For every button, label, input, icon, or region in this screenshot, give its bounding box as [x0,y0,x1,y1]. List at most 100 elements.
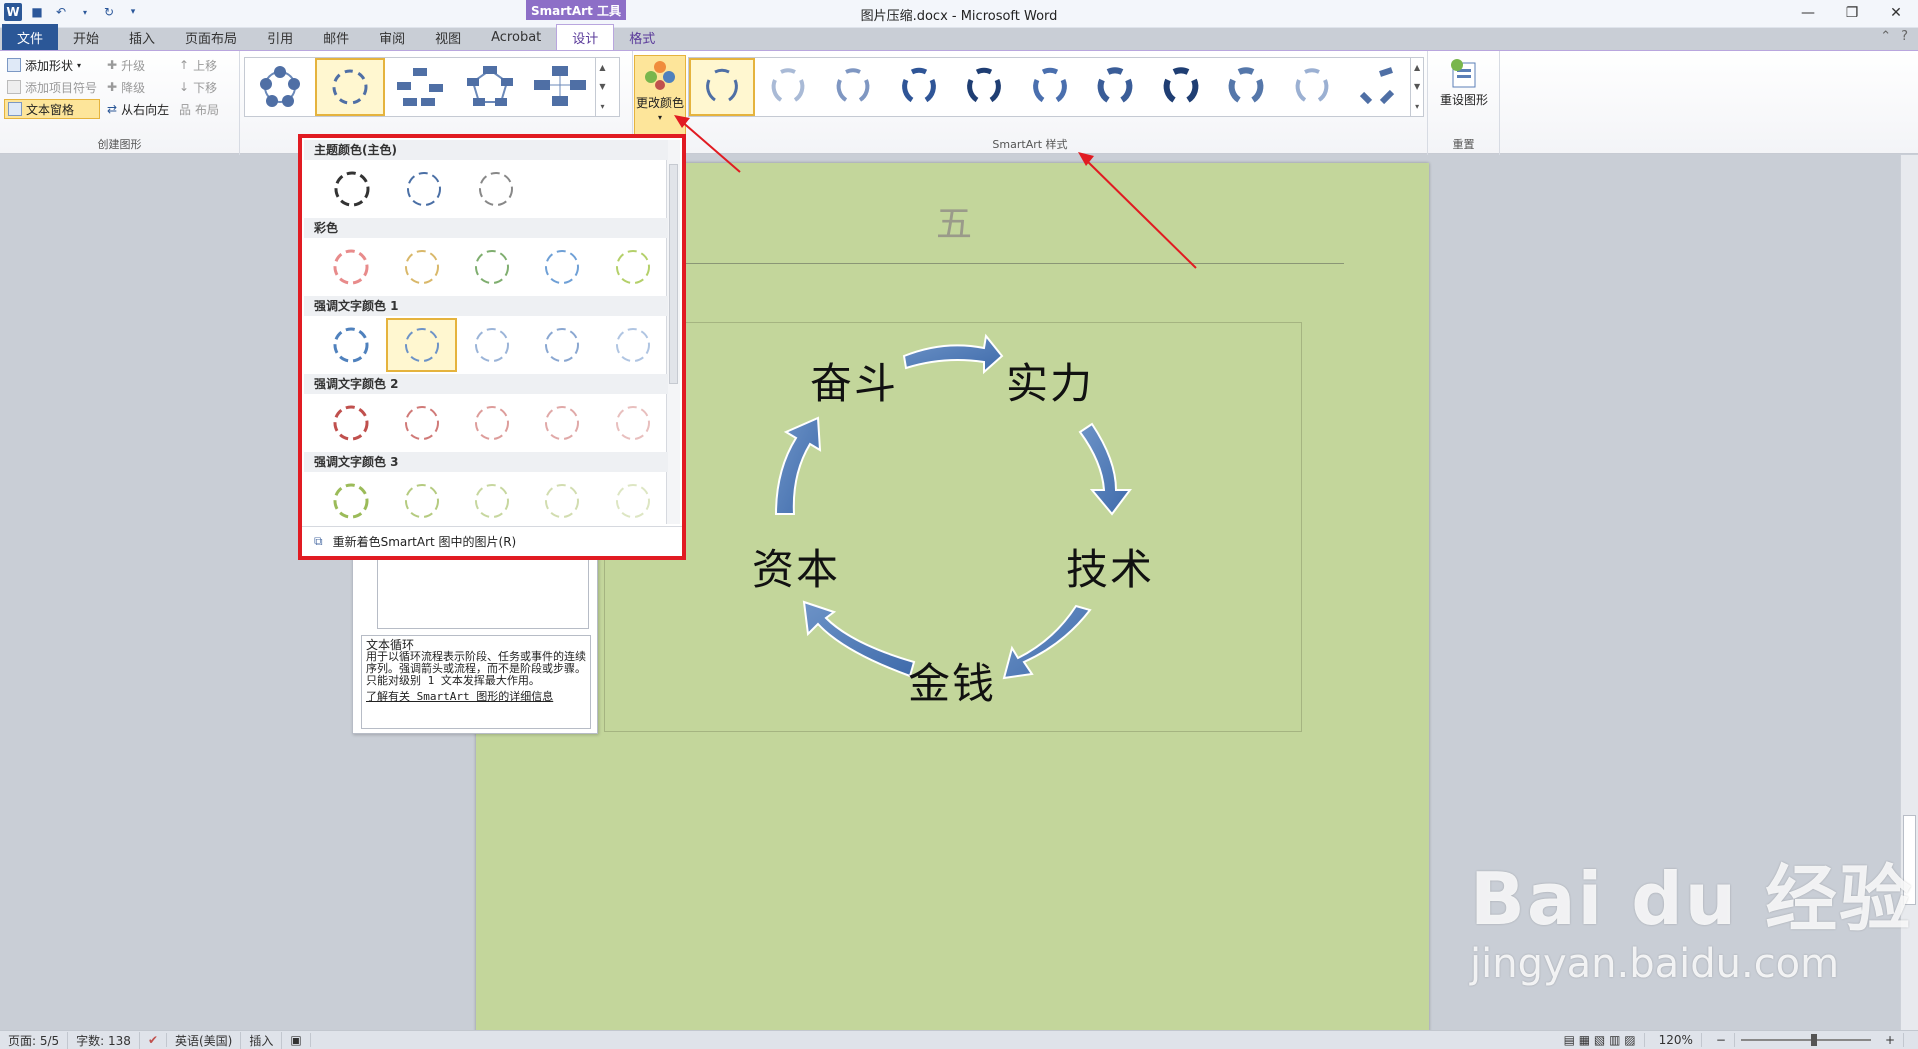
status-language[interactable]: 英语(美国) [167,1031,242,1049]
reset-graphic-icon [1451,59,1476,88]
smartart-node-text[interactable]: 实力 [1006,350,1094,411]
color-swatch[interactable] [598,240,668,294]
tab-file[interactable]: 文件 [2,24,59,50]
color-swatch[interactable] [316,162,388,216]
learn-more-link[interactable]: 了解有关 SmartArt 图形的详细信息 [366,691,586,703]
color-swatch[interactable] [316,318,386,372]
group-reset: 重设图形 重置 [1428,51,1500,155]
cycle-arrow[interactable] [802,600,916,678]
zoom-level[interactable]: 120% [1651,1033,1702,1047]
layout-option[interactable] [525,58,595,116]
color-swatch[interactable] [527,396,597,450]
demote-button[interactable]: ✚ 降级 [104,77,172,97]
color-swatch[interactable] [316,240,386,294]
color-swatch[interactable] [386,396,456,450]
color-swatch[interactable] [457,240,527,294]
status-bar: 页面: 5/5 字数: 138 ✔ 英语(美国) 插入 ▣ ▤ ▦ ▧ ▥ ▨ … [0,1030,1918,1049]
color-swatch[interactable] [598,318,668,372]
move-up-button[interactable]: ↑ 上移 [176,55,222,75]
status-page[interactable]: 页面: 5/5 [0,1031,69,1049]
page-heading[interactable]: 五 [936,195,972,247]
cycle-preview-icon [615,484,650,518]
color-swatch[interactable] [386,474,456,528]
tab-home[interactable]: 开始 [58,24,114,50]
zoom-in-icon[interactable]: + [1877,1033,1904,1047]
layout-option[interactable] [245,58,315,116]
bullet-icon [7,80,21,94]
color-swatch[interactable] [460,162,532,216]
cycle-preview-icon [333,405,369,441]
status-word-count[interactable]: 字数: 138 [68,1031,140,1049]
color-swatch[interactable] [386,240,456,294]
layouts-gallery-scroll[interactable]: ▲ ▼ ▾ [595,58,609,116]
color-swatch[interactable] [527,318,597,372]
dropdown-scroll-thumb[interactable] [669,164,678,384]
cycle-arrow[interactable] [774,416,822,515]
color-swatch[interactable] [598,396,668,450]
recolor-pictures-option[interactable]: ⧉ 重新着色SmartArt 图中的图片(R) [302,526,682,556]
color-swatch[interactable] [527,240,597,294]
tab-insert[interactable]: 插入 [114,24,170,50]
layout-button[interactable]: 品 布局 [176,99,222,119]
tab-format[interactable]: 格式 [614,24,670,50]
right-to-left-button[interactable]: ⇄ 从右向左 [104,99,172,119]
promote-button[interactable]: ✚ 升级 [104,55,172,75]
help-icon[interactable]: ? [1901,29,1908,44]
tab-acrobat[interactable]: Acrobat [476,24,556,50]
tab-page-layout[interactable]: 页面布局 [170,24,252,50]
color-swatch[interactable] [457,474,527,528]
tab-design[interactable]: 设计 [556,24,615,50]
view-buttons-icon[interactable]: ▤ ▦ ▧ ▥ ▨ [1556,1033,1645,1047]
gallery-more-icon[interactable]: ▾ [600,102,604,111]
dropdown-scrollbar[interactable] [666,140,680,524]
group-label-styles: SmartArt 样式 [992,138,1068,151]
macro-record-icon[interactable]: ▣ [282,1033,311,1047]
smartart-node-text[interactable]: 金钱 [908,650,996,711]
color-swatch[interactable] [316,396,386,450]
scroll-down-icon[interactable]: ▼ [599,82,605,91]
cycle-arrow[interactable] [1078,422,1132,516]
smartart-node-text[interactable]: 资本 [752,536,840,597]
cycle-arrow[interactable] [902,333,1004,375]
tab-review[interactable]: 审阅 [364,24,420,50]
color-swatch[interactable] [457,396,527,450]
tab-view[interactable]: 视图 [420,24,476,50]
smartart-node-text[interactable]: 奋斗 [810,350,898,411]
move-down-button[interactable]: ↓ 下移 [176,77,222,97]
smartart-text-pane: 文本循环 用于以循环流程表示阶段、任务或事件的连续序列。强调箭头或流程，而不是阶… [352,540,598,734]
layout-option-selected[interactable] [315,58,385,116]
scroll-up-icon[interactable]: ▲ [599,63,605,72]
tab-mailings[interactable]: 邮件 [308,24,364,50]
cycle-preview-icon [334,171,370,207]
tab-references[interactable]: 引用 [252,24,308,50]
status-mode[interactable]: 插入 [241,1031,283,1049]
add-shape-button[interactable]: 添加形状 ▾ [4,55,100,75]
right-to-left-icon: ⇄ [107,102,118,116]
reset-graphic-button[interactable]: 重设图形 [1436,57,1492,127]
smartart-node-text[interactable]: 技术 [1066,536,1154,597]
layout-option[interactable] [385,58,455,116]
cycle-preview-icon [404,250,439,284]
color-swatch[interactable] [386,318,457,372]
text-pane-button[interactable]: 文本窗格 [4,99,101,119]
collapse-ribbon-icon[interactable]: ⌃ [1880,29,1891,44]
layout-option[interactable] [455,58,525,116]
cycle-arrow[interactable] [1002,604,1092,680]
color-swatch[interactable] [598,474,668,528]
color-swatch[interactable] [527,474,597,528]
color-swatch[interactable] [316,474,386,528]
add-bullet-button[interactable]: 添加项目符号 [4,77,100,97]
color-swatch[interactable] [457,318,527,372]
color-swatch-row [304,160,668,218]
zoom-slider-knob[interactable] [1810,1034,1817,1046]
color-swatch[interactable] [388,162,460,216]
promote-icon: ✚ [107,58,118,72]
zoom-control: ▤ ▦ ▧ ▥ ▨ 120% − + [1556,1033,1904,1047]
cycle-preview-icon [475,406,510,440]
zoom-out-icon[interactable]: − [1708,1033,1735,1047]
proofing-icon[interactable]: ✔ [140,1033,167,1047]
zoom-slider[interactable] [1740,1034,1871,1046]
layout-text-cycle-icon [332,69,368,105]
cycle-preview-icon [404,406,439,440]
cycle-preview-icon [545,484,580,518]
